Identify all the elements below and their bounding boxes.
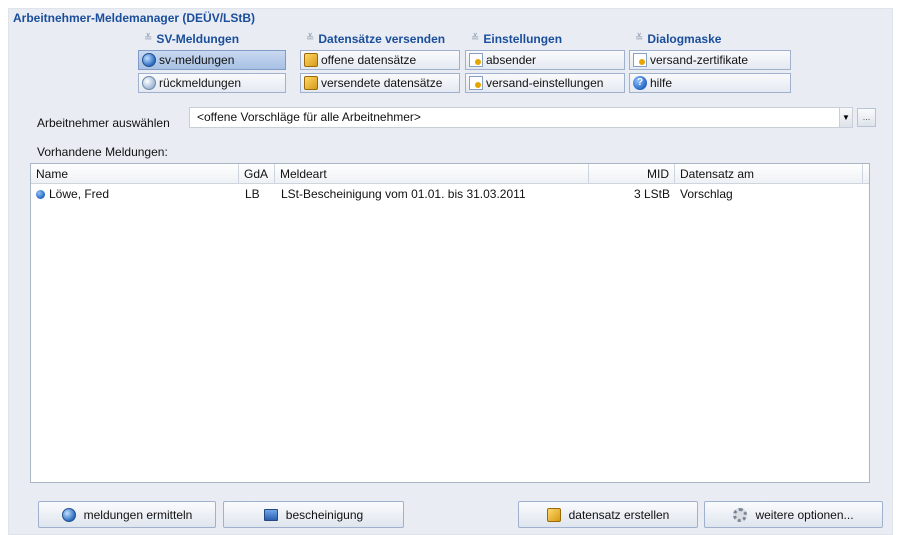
menu-header-sv-meldungen[interactable]: ≚ SV-Meldungen xyxy=(138,31,286,47)
button-label: datensatz erstellen xyxy=(568,507,670,522)
help-icon: ? xyxy=(633,76,647,90)
globe-icon xyxy=(142,53,156,67)
cell-mid: 3 LStB xyxy=(633,187,670,201)
menu-button-label: hilfe xyxy=(650,76,673,90)
gear-icon xyxy=(733,507,748,522)
menu-group-dialogmaske: ≚ Dialogmaske versand-zertifikate ? hilf… xyxy=(629,31,791,93)
bescheinigung-button[interactable]: bescheinigung xyxy=(223,501,404,528)
certificate-icon xyxy=(469,53,483,67)
box-icon xyxy=(304,53,318,67)
menu-button-label: versand-zertifikate xyxy=(650,53,749,67)
chevron-double-down-icon: ≚ xyxy=(306,33,315,44)
datensatz-erstellen-button[interactable]: datensatz erstellen xyxy=(518,501,698,528)
menu-button-label: rückmeldungen xyxy=(159,76,242,90)
button-label: bescheinigung xyxy=(285,507,364,522)
menu-button-offene-datensaetze[interactable]: offene datensätze xyxy=(300,50,460,70)
menu-button-label: offene datensätze xyxy=(321,53,417,67)
browse-button[interactable]: ... xyxy=(857,108,876,127)
menu-header-dialogmaske[interactable]: ≚ Dialogmaske xyxy=(629,31,791,47)
chevron-double-down-icon: ≚ xyxy=(144,33,153,44)
column-header-datensatz-am[interactable]: Datensatz am xyxy=(675,164,863,184)
column-header-mid[interactable]: MID xyxy=(589,164,675,184)
monitor-icon xyxy=(263,508,278,521)
menu-button-versand-zertifikate[interactable]: versand-zertifikate xyxy=(629,50,791,70)
globe-icon xyxy=(142,76,156,90)
menu-button-sv-meldungen[interactable]: sv-meldungen xyxy=(138,50,286,70)
arbeitnehmer-select-label: Arbeitnehmer auswählen xyxy=(37,116,170,130)
arbeitnehmer-select[interactable]: <offene Vorschläge für alle Arbeitnehmer… xyxy=(189,107,853,128)
menu-button-label: versendete datensätze xyxy=(321,76,443,90)
menu-button-versendete-datensaetze[interactable]: versendete datensätze xyxy=(300,73,460,93)
menu-group-sv-meldungen: ≚ SV-Meldungen sv-meldungen rückmeldunge… xyxy=(138,31,286,93)
menu-button-rueckmeldungen[interactable]: rückmeldungen xyxy=(138,73,286,93)
list-label: Vorhandene Meldungen: xyxy=(37,145,168,159)
cell-gda: LB xyxy=(245,187,260,201)
button-label: weitere optionen... xyxy=(755,507,854,522)
table-row[interactable]: Löwe, Fred LB LSt-Bescheinigung vom 01.0… xyxy=(31,185,869,203)
menu-button-absender[interactable]: absender xyxy=(465,50,625,70)
column-header-meldeart[interactable]: Meldeart xyxy=(275,164,589,184)
menu-header-einstellungen[interactable]: ≚ Einstellungen xyxy=(465,31,625,47)
menu-header-label: Einstellungen xyxy=(483,32,563,46)
meldungen-ermitteln-button[interactable]: meldungen ermitteln xyxy=(38,501,216,528)
app-title: Arbeitnehmer-Meldemanager (DEÜV/LStB) xyxy=(13,11,256,25)
menu-group-datensaetze: ≚ Datensätze versenden offene datensätze… xyxy=(300,31,460,93)
menu-group-einstellungen: ≚ Einstellungen absender versand-einstel… xyxy=(465,31,625,93)
box-add-icon xyxy=(546,507,561,522)
menu-button-label: absender xyxy=(486,53,537,67)
menu-button-hilfe[interactable]: ? hilfe xyxy=(629,73,791,93)
globe-icon xyxy=(61,507,76,522)
cell-meldeart: LSt-Bescheinigung vom 01.01. bis 31.03.2… xyxy=(281,187,526,201)
menu-header-label: Datensätze versenden xyxy=(318,32,446,46)
menu-button-label: sv-meldungen xyxy=(159,53,235,67)
cell-name: Löwe, Fred xyxy=(36,185,109,203)
chevron-double-down-icon: ≚ xyxy=(471,33,480,44)
list-header: Name GdA Meldeart MID Datensatz am xyxy=(31,164,869,184)
cell-datensatz-am: Vorschlag xyxy=(680,187,733,201)
dropdown-arrow-icon[interactable]: ▼ xyxy=(839,108,852,127)
certificate-icon xyxy=(469,76,483,90)
button-label: meldungen ermitteln xyxy=(83,507,193,522)
box-icon xyxy=(304,76,318,90)
cell-name-text: Löwe, Fred xyxy=(49,187,110,201)
certificate-icon xyxy=(633,53,647,67)
meldungen-list[interactable]: Name GdA Meldeart MID Datensatz am Löwe,… xyxy=(30,163,870,483)
column-header-gda[interactable]: GdA xyxy=(239,164,275,184)
menu-button-versand-einstellungen[interactable]: versand-einstellungen xyxy=(465,73,625,93)
status-dot-icon xyxy=(36,190,45,199)
column-header-name[interactable]: Name xyxy=(31,164,239,184)
menu-header-label: Dialogmaske xyxy=(647,32,722,46)
menu-header-label: SV-Meldungen xyxy=(156,32,240,46)
weitere-optionen-button[interactable]: weitere optionen... xyxy=(704,501,883,528)
menu-button-label: versand-einstellungen xyxy=(486,76,604,90)
chevron-double-down-icon: ≚ xyxy=(635,33,644,44)
menu-header-datensaetze[interactable]: ≚ Datensätze versenden xyxy=(300,31,460,47)
